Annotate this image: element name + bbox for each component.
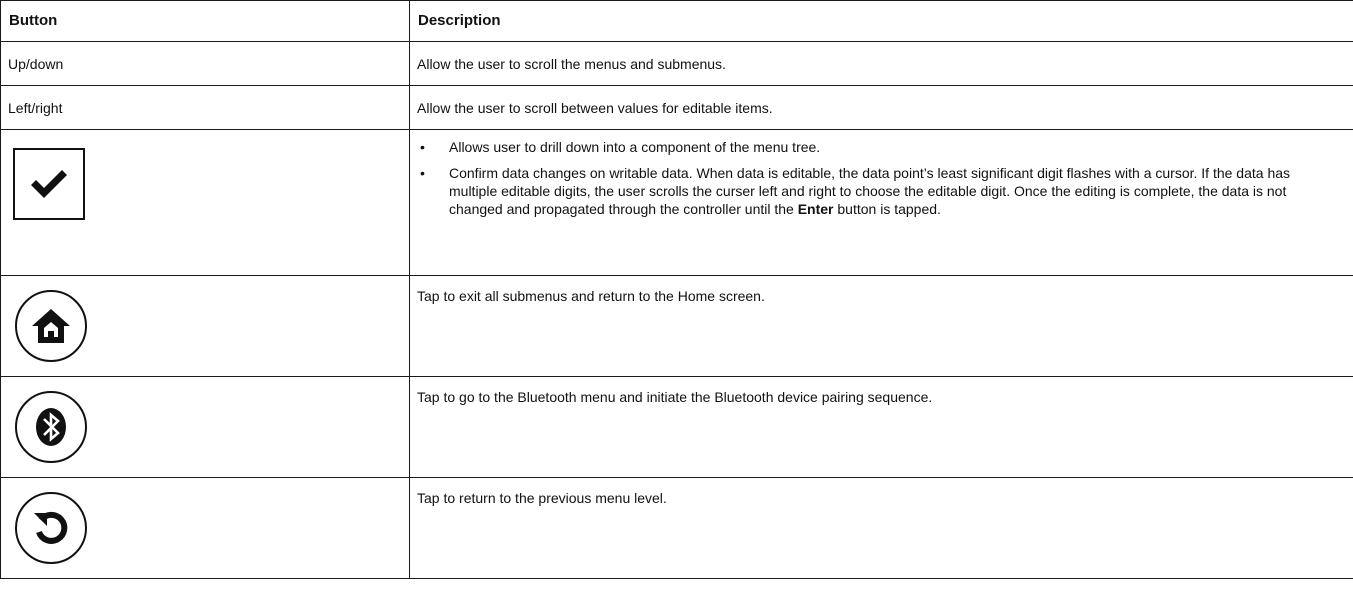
button-label-leftright: Left/right — [0, 85, 410, 130]
table-row-bluetooth: Tap to go to the Bluetooth menu and init… — [0, 376, 1353, 478]
button-cell-bluetooth — [0, 376, 410, 478]
button-cell-home — [0, 275, 410, 377]
table-header-row: Button Description — [0, 0, 1353, 42]
button-cell-back — [0, 477, 410, 579]
description-leftright: Allow the user to scroll between values … — [409, 85, 1353, 130]
home-icon — [15, 290, 87, 362]
button-description-table: Button Description Up/down Allow the use… — [0, 0, 1353, 579]
description-enter: Allows user to drill down into a compone… — [409, 129, 1353, 276]
checkmark-icon — [13, 148, 85, 220]
table-row-leftright: Left/right Allow the user to scroll betw… — [0, 85, 1353, 130]
header-button: Button — [0, 0, 410, 42]
list-item: Confirm data changes on writable data. W… — [417, 164, 1346, 218]
table-row-enter: Allows user to drill down into a compone… — [0, 129, 1353, 276]
back-icon — [15, 492, 87, 564]
table-row-home: Tap to exit all submenus and return to t… — [0, 275, 1353, 377]
header-description: Description — [409, 0, 1353, 42]
table-row-updown: Up/down Allow the user to scroll the men… — [0, 41, 1353, 86]
enter-keyword: Enter — [797, 201, 834, 217]
description-back: Tap to return to the previous menu level… — [409, 477, 1353, 579]
bluetooth-icon — [15, 391, 87, 463]
table-row-back: Tap to return to the previous menu level… — [0, 477, 1353, 579]
description-bluetooth: Tap to go to the Bluetooth menu and init… — [409, 376, 1353, 478]
description-updown: Allow the user to scroll the menus and s… — [409, 41, 1353, 86]
button-label-updown: Up/down — [0, 41, 410, 86]
button-cell-enter — [0, 129, 410, 276]
list-item: Allows user to drill down into a compone… — [417, 138, 1346, 156]
enter-bullet-list: Allows user to drill down into a compone… — [417, 130, 1346, 218]
description-home: Tap to exit all submenus and return to t… — [409, 275, 1353, 377]
